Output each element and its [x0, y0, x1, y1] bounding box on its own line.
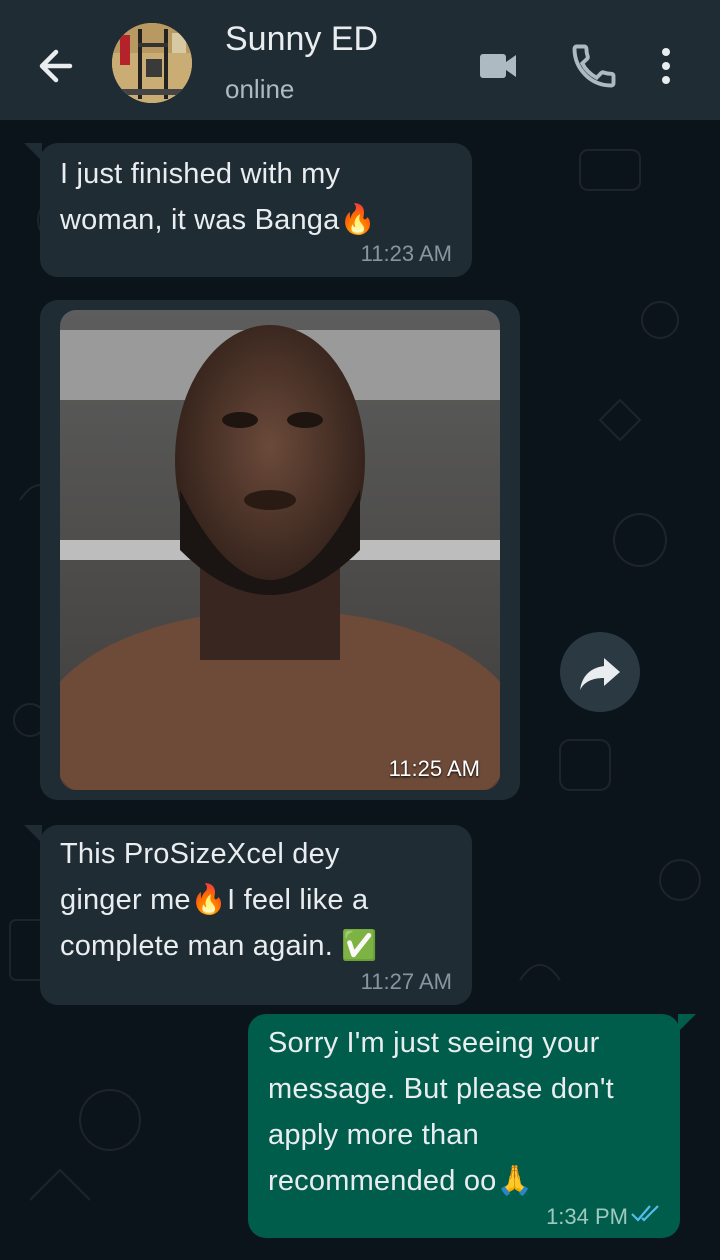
forward-icon [580, 658, 620, 690]
message-bubble[interactable]: I just finished with my woman, it was Ba… [24, 143, 472, 277]
forward-button[interactable] [560, 632, 640, 712]
chat-header: Sunny ED online [0, 0, 720, 120]
message-text-line: message. But please don't [268, 1073, 614, 1105]
double-check-icon [631, 1205, 659, 1222]
message-time: 11:27 AM [360, 969, 452, 994]
more-options-button[interactable] [640, 40, 692, 92]
back-arrow-icon [39, 49, 73, 83]
message-text-line: woman, it was Banga🔥 [60, 204, 376, 236]
avatar[interactable] [112, 23, 192, 103]
message-text-line: recommended oo🙏 [268, 1165, 533, 1197]
message-photo[interactable] [60, 310, 500, 790]
message-text-line: complete man again. ✅ [60, 930, 378, 962]
message-text-line: apply more than [268, 1119, 479, 1151]
video-call-icon [480, 54, 516, 78]
more-options-icon [662, 48, 670, 84]
message-text-line: I just finished with my [60, 158, 341, 190]
back-button[interactable] [30, 40, 82, 92]
chat-area[interactable]: I just finished with my woman, it was Ba… [0, 120, 720, 1260]
contact-name[interactable]: Sunny ED [225, 20, 378, 59]
photo-time: 11:25 AM [388, 756, 480, 781]
image-message-bubble[interactable]: 11:25 AM [40, 300, 520, 800]
message-time: 11:23 AM [360, 241, 452, 266]
voice-call-button[interactable] [568, 40, 620, 92]
contact-status: online [225, 74, 295, 104]
message-bubble[interactable]: This ProSizeXcel dey ginger me🔥I feel li… [24, 825, 472, 1005]
message-text-line: This ProSizeXcel dey [60, 838, 340, 870]
message-time: 1:34 PM [546, 1204, 628, 1229]
phone-icon [572, 44, 616, 88]
message-text-line: Sorry I'm just seeing your [268, 1027, 600, 1059]
outgoing-message-bubble[interactable]: Sorry I'm just seeing your message. But … [248, 1014, 696, 1238]
message-text-line: ginger me🔥I feel like a [60, 884, 369, 916]
video-call-button[interactable] [472, 40, 524, 92]
